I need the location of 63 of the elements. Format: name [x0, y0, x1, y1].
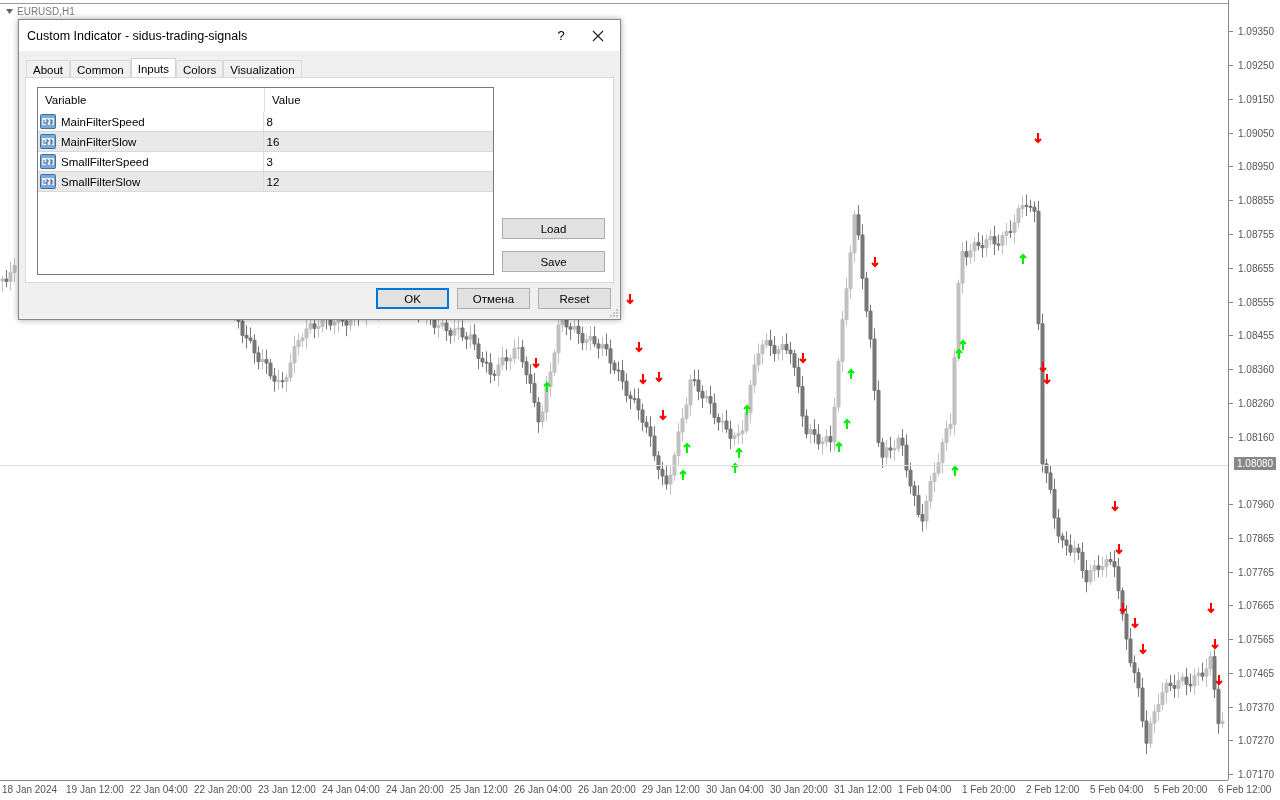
time-label: 29 Jan 12:00: [642, 783, 701, 797]
dialog-button[interactable]: OK: [376, 288, 449, 309]
price-label: 1.09250: [1238, 60, 1275, 72]
time-label: 18 Jan 2024: [2, 783, 59, 797]
price-label: 1.07270: [1238, 735, 1275, 747]
help-button[interactable]: ?: [546, 28, 576, 43]
time-label: 19 Jan 12:00: [66, 783, 125, 797]
current-price-label: 1.08080: [1234, 457, 1277, 470]
dialog-button[interactable]: Отмена: [457, 288, 530, 309]
price-label: 1.08360: [1238, 364, 1275, 376]
price-label: 1.07565: [1238, 634, 1275, 646]
time-label: 6 Feb 12:00: [1218, 783, 1273, 797]
price-label: 1.07465: [1238, 667, 1275, 679]
price-label: 1.08655: [1238, 262, 1275, 274]
variable-name: MainFilterSpeed: [61, 115, 145, 128]
time-label: 2 Feb 12:00: [1026, 783, 1081, 797]
price-label: 1.07170: [1238, 769, 1275, 781]
variable-name: SmallFilterSpeed: [61, 155, 149, 168]
time-label: 22 Jan 20:00: [194, 783, 253, 797]
price-label: 1.08755: [1238, 228, 1275, 240]
time-label: 5 Feb 04:00: [1090, 783, 1145, 797]
price-label: 1.09350: [1238, 26, 1275, 38]
variable-name: MainFilterSlow: [61, 135, 137, 148]
price-label: 1.08950: [1238, 161, 1275, 173]
variable-value[interactable]: 16: [266, 135, 280, 148]
column-header[interactable]: Variable: [38, 88, 265, 112]
price-label: 1.08555: [1238, 296, 1275, 308]
column-header[interactable]: Value: [265, 88, 493, 112]
time-label: 5 Feb 20:00: [1154, 783, 1209, 797]
tab[interactable]: Common: [70, 60, 131, 79]
time-label: 1 Feb 04:00: [898, 783, 953, 797]
price-label: 1.08455: [1238, 330, 1275, 342]
price-label: 1.07665: [1238, 600, 1275, 612]
chart-symbol: EURUSD,H1: [17, 6, 75, 17]
time-label: 25 Jan 12:00: [450, 783, 509, 797]
variable-name: SmallFilterSlow: [61, 175, 141, 188]
variable-value[interactable]: 8: [266, 115, 273, 128]
time-label: 23 Jan 12:00: [258, 783, 317, 797]
tab[interactable]: Visualization: [223, 60, 302, 79]
time-label: 26 Jan 04:00: [514, 783, 573, 797]
variable-value[interactable]: 3: [266, 155, 273, 168]
time-label: 24 Jan 04:00: [322, 783, 381, 797]
time-label: 30 Jan 04:00: [706, 783, 765, 797]
price-label: 1.07865: [1238, 532, 1275, 544]
dialog-button[interactable]: Reset: [538, 288, 611, 309]
price-label: 1.07370: [1238, 701, 1275, 713]
variable-value[interactable]: 12: [266, 175, 280, 188]
price-label: 1.09050: [1238, 127, 1275, 139]
load-button[interactable]: Load: [502, 218, 605, 239]
time-label: 1 Feb 20:00: [962, 783, 1017, 797]
time-label: 26 Jan 20:00: [578, 783, 637, 797]
price-label: 1.08855: [1238, 195, 1275, 207]
price-label: 1.08160: [1238, 431, 1275, 443]
time-label: 31 Jan 12:00: [834, 783, 893, 797]
price-label: 1.09150: [1238, 93, 1275, 105]
window-title: Custom Indicator - sidus-trading-signals: [27, 28, 249, 43]
save-button[interactable]: Save: [502, 251, 605, 272]
time-label: 24 Jan 20:00: [386, 783, 445, 797]
price-label: 1.08260: [1238, 397, 1275, 409]
time-label: 22 Jan 04:00: [130, 783, 189, 797]
price-label: 1.07765: [1238, 566, 1275, 578]
time-label: 30 Jan 20:00: [770, 783, 829, 797]
price-label: 1.07960: [1238, 499, 1275, 511]
